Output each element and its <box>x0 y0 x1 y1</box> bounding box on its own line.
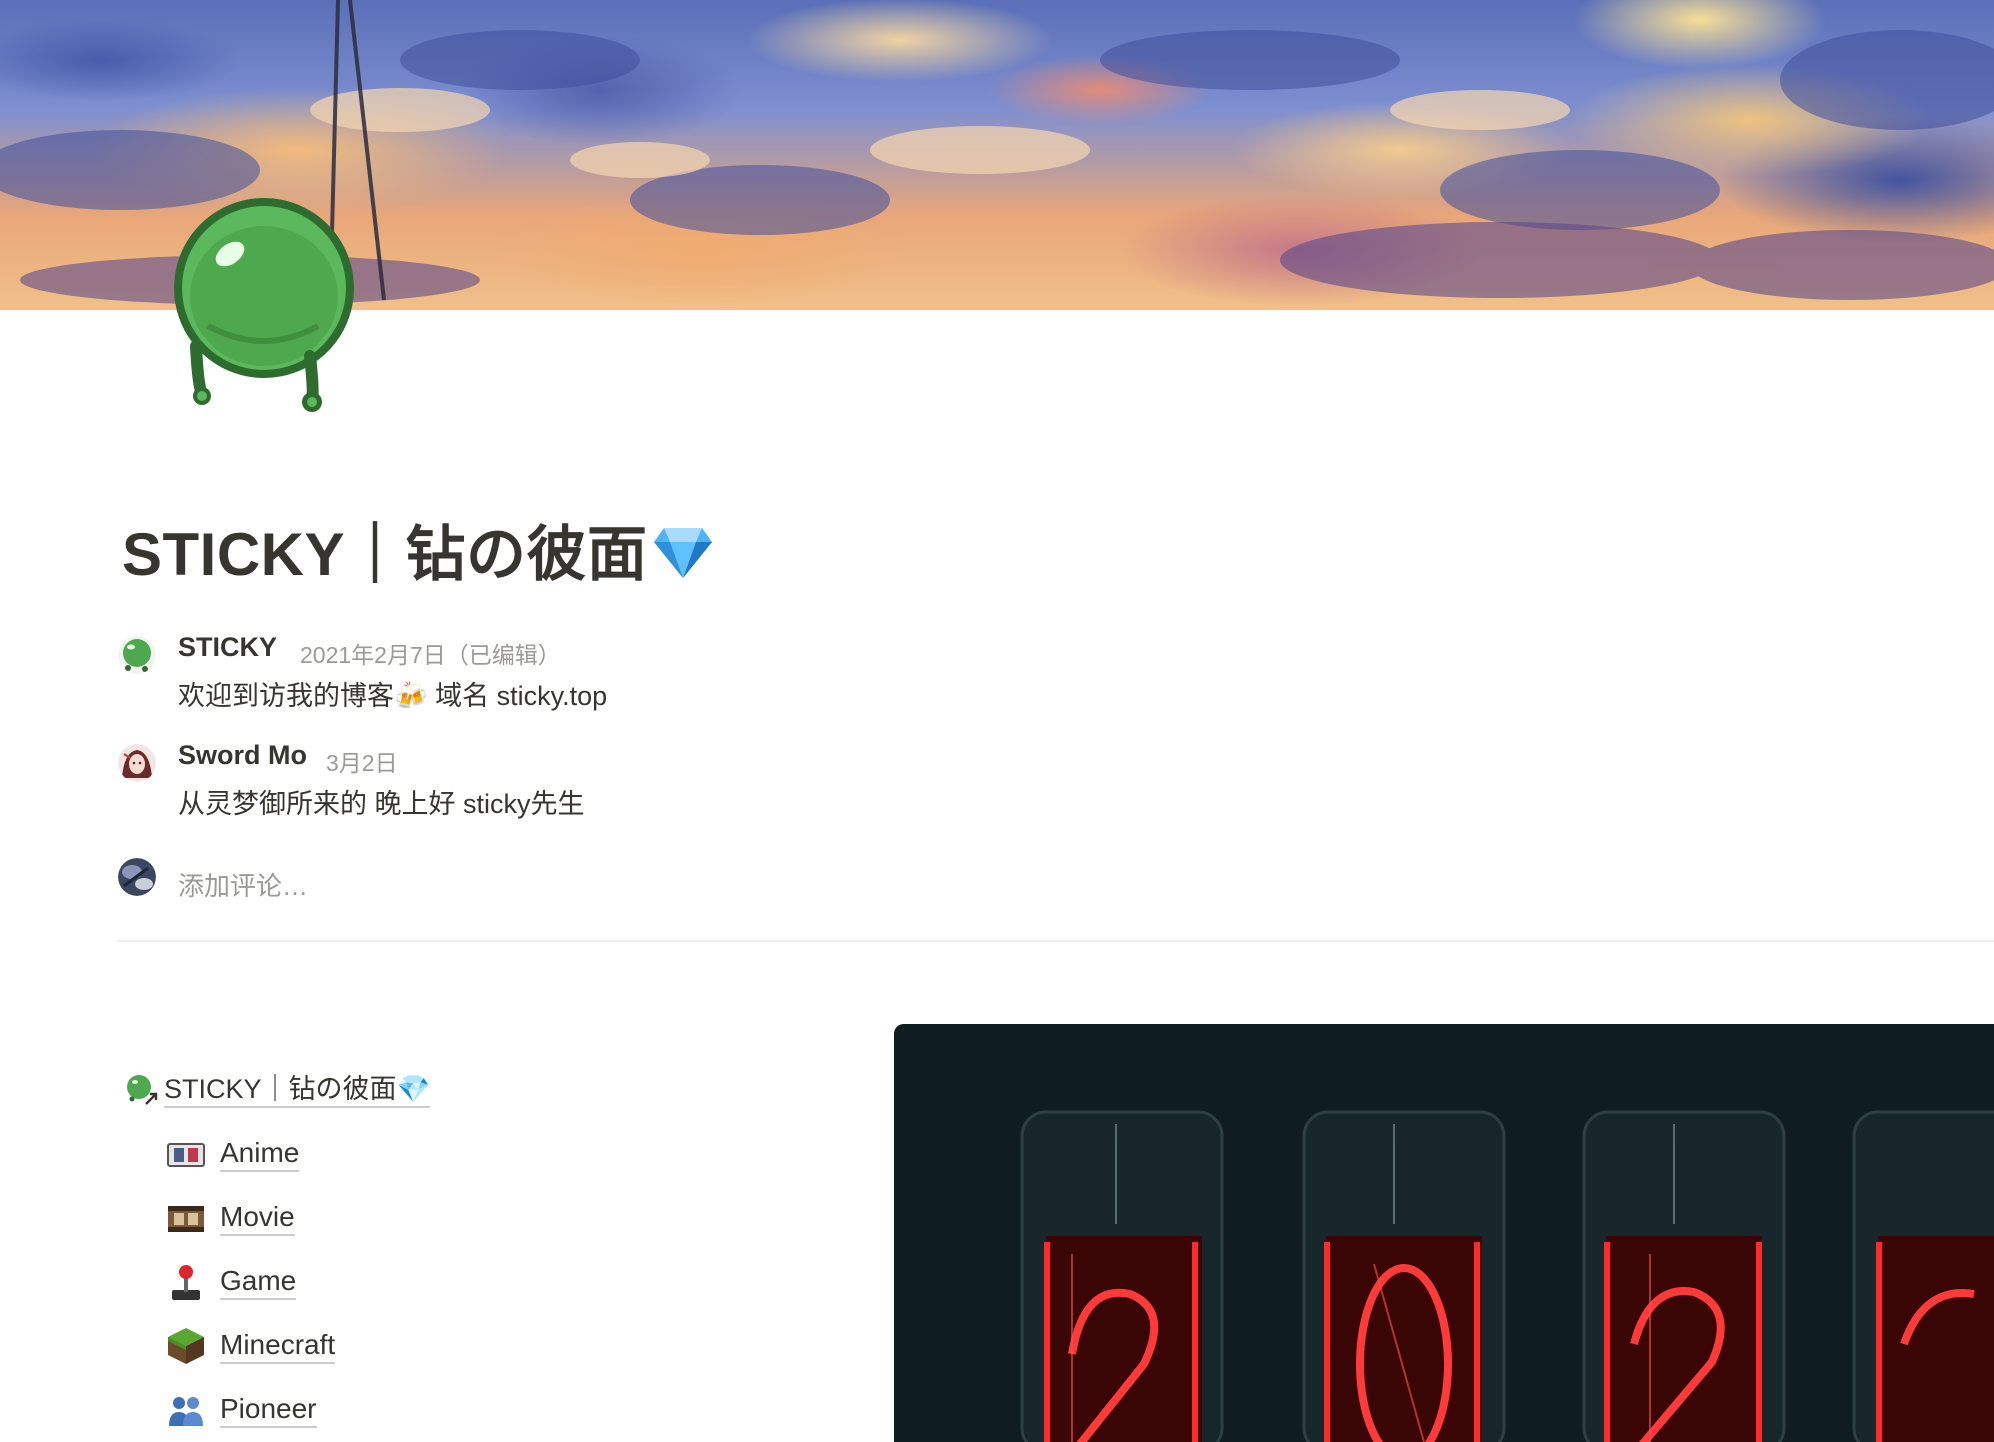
link-label: Minecraft <box>220 1328 336 1364</box>
current-user-avatar <box>118 858 156 896</box>
link-minecraft[interactable]: Minecraft <box>166 1326 336 1366</box>
people-icon <box>166 1390 206 1430</box>
link-root-label: STICKY｜钻の彼面💎 <box>164 1072 431 1108</box>
page-title[interactable]: STICKY｜钻の彼面 <box>122 506 714 594</box>
film-icon <box>166 1198 206 1238</box>
link-root[interactable]: STICKY｜钻の彼面💎 <box>124 1072 431 1108</box>
comment-date: 3月2日 <box>326 750 398 776</box>
avatar[interactable] <box>118 636 156 674</box>
link-anime[interactable]: Anime <box>166 1134 300 1174</box>
link-label: Anime <box>220 1136 300 1172</box>
link-pioneer[interactable]: Pioneer <box>166 1390 317 1430</box>
joystick-icon <box>166 1262 206 1302</box>
diamond-icon <box>652 524 714 594</box>
link-movie[interactable]: Movie <box>166 1198 295 1238</box>
comment-author[interactable]: STICKY <box>178 632 277 663</box>
page-icon-green-orb[interactable] <box>168 196 360 416</box>
comment-body: 欢迎到访我的博客🍻 域名 sticky.top <box>178 681 608 711</box>
add-comment-input[interactable]: 添加评论… <box>178 866 308 903</box>
comment-author[interactable]: Sword Mo <box>178 740 307 771</box>
link-label: Game <box>220 1264 297 1300</box>
link-game[interactable]: Game <box>166 1262 297 1302</box>
comment-body: 从灵梦御所来的 晚上好 sticky先生 <box>178 789 585 819</box>
comment-date: 2021年2月7日（已编辑） <box>300 642 561 668</box>
slime-link-icon <box>124 1072 160 1108</box>
nixie-tube-image <box>894 1024 1994 1442</box>
page-title-text: STICKY｜钻の彼面 <box>122 521 648 588</box>
divider <box>118 940 1994 942</box>
grass-block-icon <box>166 1326 206 1366</box>
avatar[interactable] <box>118 744 156 782</box>
link-label: Movie <box>220 1200 295 1236</box>
link-label: Pioneer <box>220 1392 317 1428</box>
anime-icon <box>166 1134 206 1174</box>
